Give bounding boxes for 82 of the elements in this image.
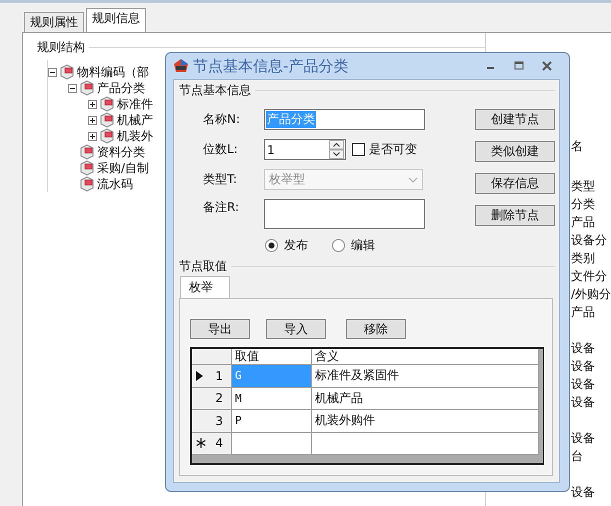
expand-icon[interactable] (88, 100, 97, 108)
action-button[interactable]: 保存信息 (475, 173, 555, 194)
group-title: 规则结构 (36, 39, 86, 56)
radio-label[interactable]: 编辑 (351, 237, 375, 254)
list-text: 台 (570, 448, 584, 465)
list-text: 产品 (570, 214, 596, 231)
field-label: 备注R: (202, 199, 240, 216)
tree-item[interactable]: 标准件 (117, 96, 153, 112)
number-spinner[interactable]: 1 (264, 139, 346, 160)
field-label: 类型T: (202, 171, 238, 188)
list-text: /外购分 (570, 286, 611, 303)
field-label: 名称N: (202, 111, 242, 128)
list-text: 文件分 (570, 268, 608, 285)
list-text: 设备 (570, 358, 596, 375)
list-text: 设备 (570, 484, 596, 501)
table-cell: 机装外购件 (312, 410, 539, 432)
column-header[interactable]: 取值 (232, 349, 312, 365)
expand-icon[interactable] (88, 116, 97, 124)
collapse-icon[interactable] (68, 84, 77, 92)
action-button[interactable]: 类似创建 (475, 141, 555, 162)
node-icon (79, 176, 95, 192)
toolbar-button[interactable]: 导出 (190, 319, 250, 339)
node-icon (79, 80, 95, 96)
dialog-title: 节点基本信息-产品分类 (193, 56, 348, 76)
table-cell: 标准件及紧固件 (312, 365, 539, 388)
table-cell: G (232, 365, 312, 388)
table-cell: 机械产品 (312, 388, 539, 410)
tree-item[interactable]: 物料编码（部 (77, 64, 149, 80)
tree-item[interactable]: 机装外 (117, 128, 153, 144)
maximize-icon[interactable] (514, 61, 524, 71)
tab[interactable]: 枚举 (180, 276, 230, 298)
list-text: 设备分 (570, 232, 608, 249)
list-text: 设备 (570, 430, 596, 447)
list-text: 设备 (570, 340, 596, 357)
node-icon (79, 144, 95, 160)
row-number: 1 (215, 368, 223, 383)
tree-item[interactable]: 资料分类 (97, 144, 145, 160)
checkbox-label[interactable]: 是否可变 (369, 141, 417, 158)
section-title: 节点取值 (179, 258, 228, 275)
node-icon (79, 160, 95, 176)
toolbar-button[interactable]: 导入 (266, 319, 326, 339)
list-text: 产品 (570, 304, 596, 321)
collapse-icon[interactable] (48, 68, 57, 76)
table-cell: P (232, 410, 312, 432)
action-button[interactable]: 创建节点 (475, 109, 555, 130)
column-header[interactable]: 含义 (312, 349, 539, 365)
list-text: 名 (570, 138, 584, 155)
table-cell: M (232, 388, 312, 410)
node-icon (99, 112, 115, 128)
row-number: 3 (215, 414, 223, 428)
close-icon[interactable] (542, 61, 552, 71)
node-icon (59, 64, 75, 80)
tree-item[interactable]: 机械产 (117, 112, 153, 128)
list-text: 设备 (570, 376, 596, 393)
radio-label[interactable]: 发布 (284, 237, 308, 254)
tab[interactable]: 规则信息 (86, 8, 146, 32)
field-label: 位数L: (202, 141, 239, 158)
list-text: 分类 (570, 196, 596, 213)
new-row-icon (196, 438, 206, 448)
row-number: 4 (215, 436, 223, 450)
checkbox[interactable] (352, 143, 365, 156)
section-title: 节点基本信息 (179, 82, 252, 99)
radio-button[interactable] (265, 239, 278, 252)
list-text: 类别 (570, 250, 596, 267)
remarks-field[interactable] (264, 199, 425, 229)
list-text: 类型 (570, 178, 596, 195)
tree-item[interactable]: 流水码 (97, 176, 133, 192)
toolbar-button[interactable]: 移除 (346, 319, 406, 339)
node-icon (99, 128, 115, 144)
current-row-icon (196, 370, 203, 381)
tree-item[interactable]: 采购/自制 (97, 160, 150, 176)
tree-item[interactable]: 产品分类 (97, 80, 145, 96)
action-button[interactable]: 删除节点 (475, 205, 555, 226)
expand-icon[interactable] (88, 132, 97, 140)
spinner-arrows-icon[interactable] (329, 140, 344, 159)
app-logo-icon (173, 58, 189, 74)
list-text: 设备 (570, 394, 596, 411)
node-icon (99, 96, 115, 112)
radio-button[interactable] (332, 239, 345, 252)
chevron-down-icon (408, 176, 418, 182)
tab[interactable]: 规则属性 (24, 12, 84, 32)
row-number: 2 (215, 391, 223, 406)
